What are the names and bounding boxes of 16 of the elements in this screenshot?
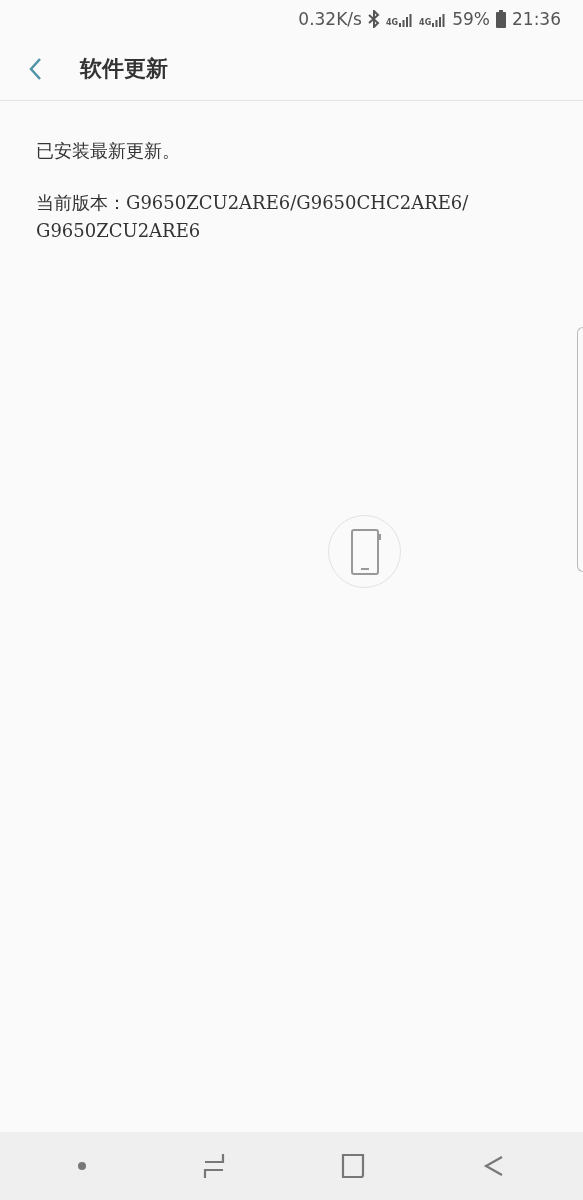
page-title: 软件更新 bbox=[80, 54, 168, 83]
signal-icon bbox=[399, 11, 414, 27]
bluetooth-icon bbox=[367, 10, 380, 28]
network-type-label: 4G bbox=[385, 19, 399, 27]
signal-icon bbox=[432, 11, 447, 27]
home-icon[interactable] bbox=[340, 1153, 367, 1179]
clock: 21:36 bbox=[512, 9, 561, 29]
phone-icon bbox=[348, 527, 381, 576]
network-type-label: 4G bbox=[419, 19, 432, 27]
battery-icon bbox=[496, 10, 506, 28]
back-icon bbox=[28, 57, 42, 81]
dot-icon[interactable] bbox=[76, 1161, 87, 1171]
network-speed: 0.32K/s bbox=[298, 9, 362, 29]
battery-percent: 59% bbox=[452, 9, 490, 29]
status-message: 已安装最新更新。 bbox=[36, 139, 181, 163]
version-text: 当前版本：G9650ZCU2ARE6/G9650CHC2ARE6/ G9650ZCU2ARE6 bbox=[36, 191, 470, 243]
